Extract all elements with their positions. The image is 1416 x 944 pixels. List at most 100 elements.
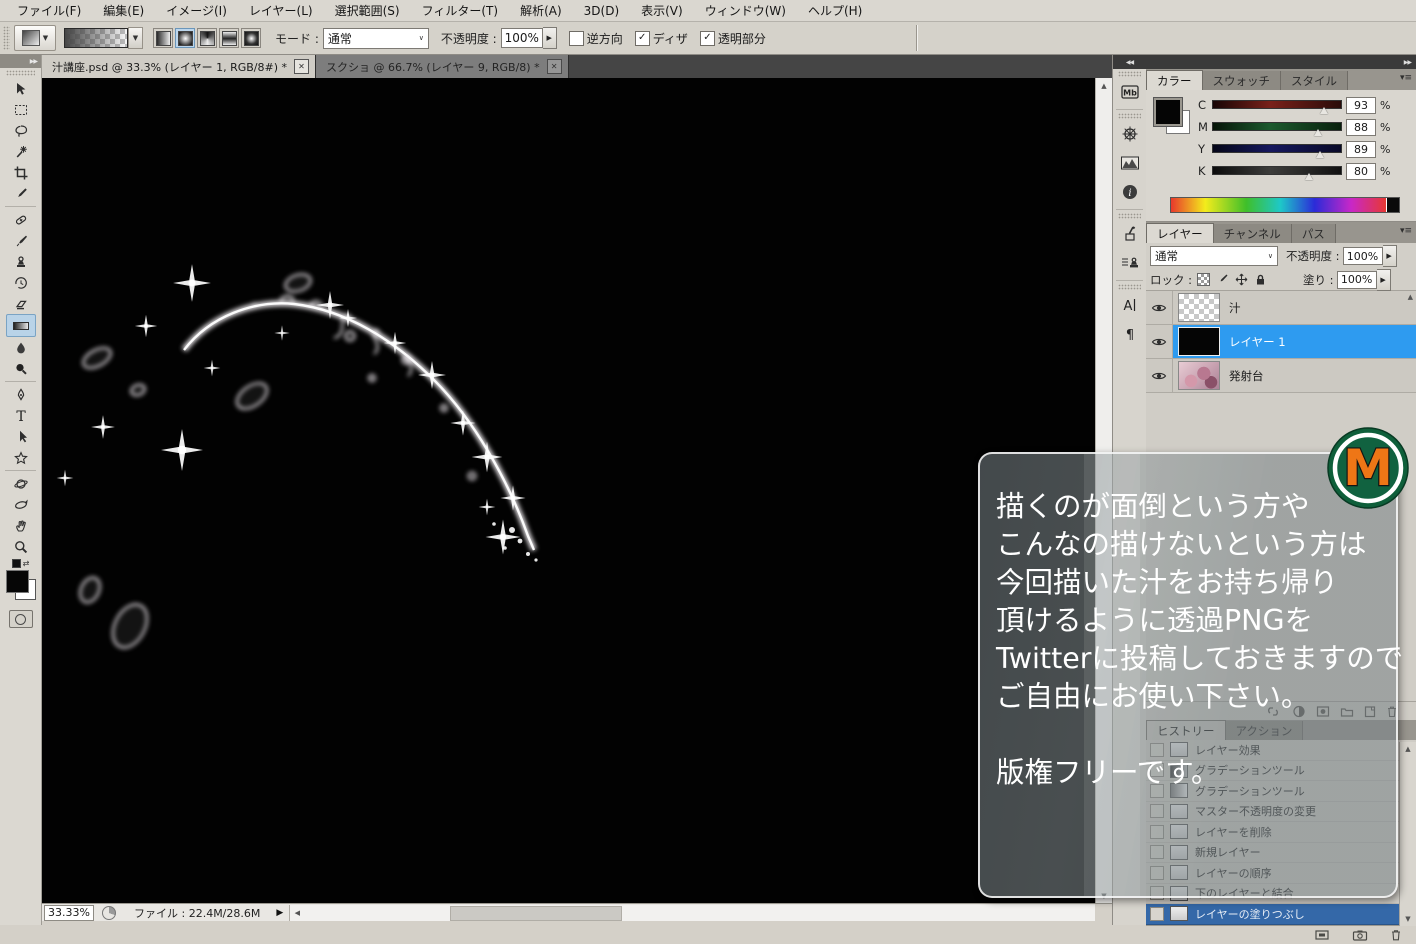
lock-position-icon[interactable]: [1235, 273, 1248, 286]
angle-gradient-button[interactable]: [197, 28, 217, 48]
custom-shape-tool[interactable]: [7, 447, 35, 468]
tab-paths[interactable]: パス: [1292, 224, 1336, 243]
visibility-toggle[interactable]: [1146, 325, 1173, 358]
brush-tool[interactable]: [7, 230, 35, 251]
history-item-selected[interactable]: レイヤーの塗りつぶし: [1146, 904, 1416, 925]
lock-image-pixels-icon[interactable]: [1216, 273, 1229, 286]
menu-view[interactable]: 表示(V): [630, 2, 694, 19]
options-grip[interactable]: [3, 26, 10, 50]
blend-mode-select[interactable]: 通常 ∨: [323, 28, 429, 49]
tab-channels[interactable]: チャンネル: [1214, 224, 1292, 243]
canvas-horizontal-scrollbar[interactable]: ◀ ▶: [289, 905, 1112, 921]
layer-thumbnail[interactable]: [1178, 361, 1220, 390]
info-panel-button[interactable]: i: [1115, 178, 1145, 206]
history-source-checkbox[interactable]: [1150, 907, 1164, 921]
layers-fill-arrow[interactable]: ▶: [1377, 269, 1391, 291]
clone-stamp-tool[interactable]: [7, 251, 35, 272]
tab-styles[interactable]: スタイル: [1281, 71, 1348, 90]
toolbar-collapse-button[interactable]: ▶▶: [0, 55, 41, 68]
menu-select[interactable]: 選択範囲(S): [324, 2, 411, 19]
black-white-ramp-end[interactable]: [1386, 198, 1399, 212]
gradient-preview[interactable]: [64, 28, 128, 48]
dock-grip[interactable]: [1118, 71, 1141, 77]
document-tab-active[interactable]: 汁講座.psd @ 33.3% (レイヤー 1, RGB/8#) * ✕: [42, 55, 316, 78]
hand-tool[interactable]: [7, 515, 35, 536]
menu-edit[interactable]: 編集(E): [92, 2, 155, 19]
dodge-tool[interactable]: [7, 358, 35, 379]
layer-row-layer1[interactable]: レイヤー 1: [1146, 325, 1416, 359]
yellow-slider[interactable]: [1212, 142, 1340, 156]
dock-collapse-button[interactable]: ◀◀: [1113, 55, 1146, 69]
eyedropper-tool[interactable]: [7, 183, 35, 204]
reflected-gradient-button[interactable]: [219, 28, 239, 48]
transparency-checkbox[interactable]: ✓ 透明部分: [700, 30, 766, 47]
layer-name[interactable]: 汁: [1229, 300, 1241, 316]
dither-checkbox[interactable]: ✓ ディザ: [635, 30, 688, 47]
layer-thumbnail[interactable]: [1178, 327, 1220, 356]
yellow-slider-thumb[interactable]: [1316, 151, 1324, 158]
horizontal-scroll-thumb[interactable]: [450, 906, 622, 921]
foreground-color-swatch[interactable]: [6, 570, 29, 593]
move-tool[interactable]: [7, 78, 35, 99]
lock-transparent-pixels-icon[interactable]: [1197, 273, 1210, 286]
linear-gradient-button[interactable]: [153, 28, 173, 48]
zoom-tool[interactable]: [7, 536, 35, 557]
status-options-arrow[interactable]: ▶: [276, 908, 283, 918]
layers-fill-field[interactable]: 100%: [1337, 271, 1377, 289]
menu-window[interactable]: ウィンドウ(W): [694, 2, 797, 19]
menu-image[interactable]: イメージ(I): [155, 2, 238, 19]
reverse-checkbox[interactable]: 逆方向: [569, 30, 623, 47]
lasso-tool[interactable]: [7, 120, 35, 141]
opacity-field[interactable]: 100%: [501, 28, 543, 48]
tab-swatches[interactable]: スウォッチ: [1203, 71, 1282, 90]
3d-rotate-tool[interactable]: [7, 473, 35, 494]
tool-presets-panel-button[interactable]: [1115, 220, 1145, 248]
radial-gradient-button[interactable]: [175, 28, 195, 48]
layer-thumbnail[interactable]: [1178, 293, 1220, 322]
document-canvas[interactable]: [42, 78, 1095, 903]
menu-help[interactable]: ヘルプ(H): [797, 2, 873, 19]
layers-opacity-arrow[interactable]: ▶: [1383, 245, 1397, 267]
black-slider[interactable]: [1212, 164, 1340, 178]
toolbar-grip[interactable]: [6, 70, 35, 76]
default-colors-icon[interactable]: ⇄: [0, 559, 41, 568]
magenta-slider[interactable]: [1212, 120, 1340, 134]
scroll-left-icon[interactable]: ◀: [290, 905, 304, 921]
layer-name[interactable]: レイヤー 1: [1229, 334, 1286, 350]
menu-layer[interactable]: レイヤー(L): [238, 2, 324, 19]
layer-row-hasshadai[interactable]: 発射台: [1146, 359, 1416, 393]
cyan-slider[interactable]: [1212, 98, 1340, 112]
swap-colors-icon[interactable]: ⇄: [23, 559, 30, 568]
cyan-value-field[interactable]: 93: [1346, 97, 1376, 114]
opacity-slider-arrow[interactable]: ▶: [543, 27, 557, 49]
layer-name[interactable]: 発射台: [1229, 368, 1264, 384]
menu-file[interactable]: ファイル(F): [6, 2, 92, 19]
healing-brush-tool[interactable]: [7, 209, 35, 230]
trash-icon[interactable]: [1390, 929, 1402, 941]
black-value-field[interactable]: 80: [1346, 163, 1376, 180]
crop-tool[interactable]: [7, 162, 35, 183]
magenta-slider-thumb[interactable]: [1314, 129, 1322, 136]
cyan-slider-thumb[interactable]: [1320, 107, 1328, 114]
black-slider-thumb[interactable]: [1305, 173, 1313, 180]
panel-menu-icon[interactable]: ▾≡: [1400, 73, 1412, 83]
color-spectrum-ramp[interactable]: [1170, 197, 1400, 213]
new-document-from-state-icon[interactable]: [1314, 929, 1330, 941]
foreground-color-swatch[interactable]: [1154, 98, 1182, 126]
tab-layers[interactable]: レイヤー: [1146, 223, 1214, 243]
pen-tool[interactable]: [7, 384, 35, 405]
magic-wand-tool[interactable]: [7, 141, 35, 162]
paragraph-panel-button[interactable]: ¶: [1115, 320, 1145, 348]
diamond-gradient-button[interactable]: [241, 28, 261, 48]
blur-tool[interactable]: [7, 337, 35, 358]
panel-dock-collapse-button[interactable]: ▶▶: [1146, 55, 1416, 69]
gradient-picker-arrow[interactable]: ▼: [128, 27, 143, 49]
zoom-level-field[interactable]: 33.33%: [44, 905, 94, 921]
scroll-down-icon[interactable]: ▼: [1400, 912, 1416, 926]
dock-grip[interactable]: [1118, 213, 1141, 219]
tab-color[interactable]: カラー: [1146, 70, 1203, 90]
marquee-tool[interactable]: [7, 99, 35, 120]
snapshot-camera-icon[interactable]: [1352, 929, 1368, 941]
path-selection-tool[interactable]: [7, 426, 35, 447]
visibility-toggle[interactable]: [1146, 359, 1173, 392]
